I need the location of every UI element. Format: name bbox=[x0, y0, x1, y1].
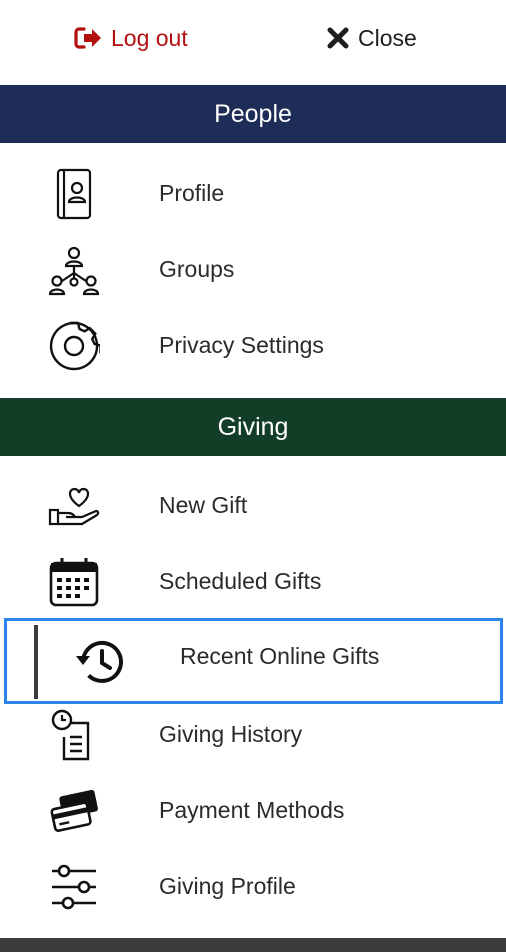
menu-item-privacy-settings[interactable]: Privacy Settings bbox=[0, 307, 506, 383]
menu-item-new-gift[interactable]: New Gift bbox=[0, 467, 506, 543]
section-header-giving: Giving bbox=[0, 398, 506, 456]
menu-item-label: Recent Online Gifts bbox=[180, 643, 380, 669]
menu-item-payment-methods[interactable]: Payment Methods bbox=[0, 772, 506, 848]
clock-document-icon bbox=[51, 709, 90, 761]
menu-item-profile[interactable]: Profile bbox=[0, 155, 506, 231]
close-button[interactable]: Close bbox=[326, 22, 417, 54]
menu-item-label: Scheduled Gifts bbox=[159, 568, 322, 594]
menu-item-scheduled-gifts[interactable]: Scheduled Gifts bbox=[0, 543, 506, 619]
credit-cards-icon bbox=[50, 789, 98, 832]
close-label: Close bbox=[358, 24, 417, 51]
menu-item-label: Groups bbox=[159, 256, 235, 282]
logout-button[interactable]: Log out bbox=[73, 22, 188, 54]
history-icon bbox=[76, 640, 123, 683]
calendar-icon bbox=[49, 558, 99, 607]
selected-indicator bbox=[34, 625, 38, 699]
menu-item-giving-history[interactable]: Giving History bbox=[0, 696, 506, 772]
section-title: People bbox=[214, 99, 292, 128]
gear-icon bbox=[49, 321, 100, 371]
bottom-bar bbox=[0, 938, 506, 952]
menu-item-label: Privacy Settings bbox=[159, 332, 324, 358]
section-header-people: People bbox=[0, 85, 506, 143]
logout-label: Log out bbox=[111, 24, 188, 51]
sign-out-icon bbox=[74, 27, 101, 49]
close-icon bbox=[327, 27, 349, 49]
menu-item-groups[interactable]: Groups bbox=[0, 231, 506, 307]
menu-item-label: Giving History bbox=[159, 721, 303, 747]
menu-item-label: Payment Methods bbox=[159, 797, 345, 823]
menu-item-giving-profile[interactable]: Giving Profile bbox=[0, 848, 506, 924]
org-chart-icon bbox=[48, 246, 100, 296]
sliders-icon bbox=[52, 864, 96, 910]
menu-item-label: New Gift bbox=[159, 492, 248, 518]
section-title: Giving bbox=[217, 412, 289, 441]
top-bar: Log out Close bbox=[0, 0, 506, 84]
menu-item-label: Profile bbox=[159, 180, 225, 206]
menu-item-label: Giving Profile bbox=[159, 873, 296, 899]
menu-item-recent-online-gifts[interactable]: Recent Online Gifts bbox=[4, 618, 503, 704]
heart-hand-icon bbox=[48, 487, 100, 526]
contact-book-icon bbox=[56, 168, 92, 220]
